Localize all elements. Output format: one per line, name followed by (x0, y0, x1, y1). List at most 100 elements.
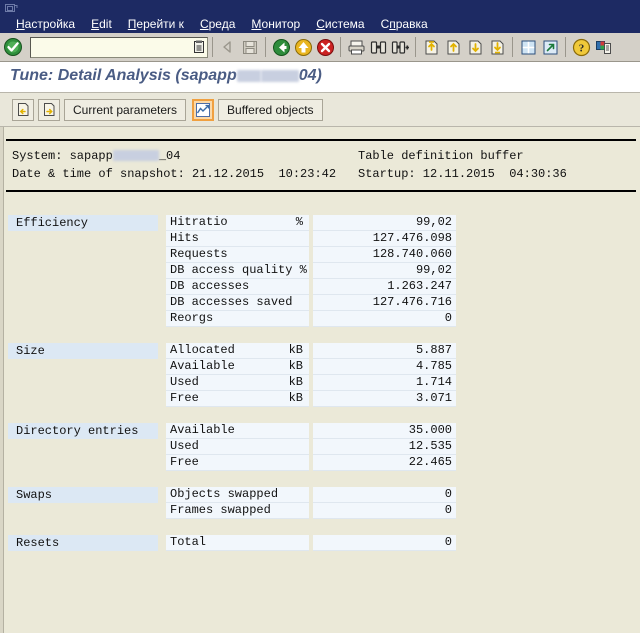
row-label-text: Total (170, 535, 207, 549)
section-label-swaps: Swaps (8, 487, 158, 503)
toolbar-divider (212, 37, 213, 57)
cancel-red-icon[interactable] (314, 36, 336, 58)
menu-item-goto[interactable]: Перейти к (128, 17, 184, 31)
row-value: 0 (313, 311, 456, 327)
buffered-objects-icon[interactable] (192, 98, 215, 121)
save-disk-icon[interactable] (239, 36, 261, 58)
row-value: 12.535 (313, 439, 456, 455)
row-label-text: Reorgs (170, 311, 214, 325)
menu-label-0: астройка (24, 16, 76, 31)
row-value: 99,02 (313, 263, 456, 279)
row-value: 4.785 (313, 359, 456, 375)
row-unit-text: kB (288, 375, 303, 389)
toolbar-group-nav (217, 36, 261, 58)
row-label: Allocated kB (166, 343, 309, 359)
print-icon[interactable] (345, 36, 367, 58)
redacted-system-part (112, 150, 159, 162)
rule-top (6, 139, 636, 141)
menu-item-nastroika[interactable]: Настройка (16, 17, 75, 31)
row-label-text: Hits (170, 231, 199, 245)
redacted-host-part-2 (260, 69, 299, 82)
back-arrow-icon[interactable] (217, 36, 239, 58)
row-label: Hits (166, 231, 309, 247)
rule-below-header (6, 190, 636, 192)
row-label: DB accesses saved (166, 295, 309, 311)
svg-text:?: ? (578, 42, 584, 54)
toolbar-group-exit (270, 36, 336, 58)
command-field[interactable] (30, 36, 208, 58)
application-toolbar: Current parameters Buffered objects (0, 93, 640, 127)
row-unit-text: kB (288, 343, 303, 357)
row-label-text: DB accesses saved (170, 295, 293, 309)
toolbar-group-print-find (345, 36, 411, 58)
row-value: 35.000 (313, 423, 456, 439)
standard-toolbar: ? (0, 33, 640, 62)
row-unit-text: % (295, 215, 303, 229)
menu-item-monitor[interactable]: Монитор (251, 17, 300, 31)
row-label: Hitratio% (166, 215, 309, 231)
row-label-text: Free (170, 391, 199, 405)
back-green-icon[interactable] (270, 36, 292, 58)
page-title: Tune: Detail Analysis (sapapp 04) (10, 67, 322, 85)
row-label: DB access quality % (166, 263, 309, 279)
toolbar-divider (265, 37, 266, 57)
canvas-left-margin (0, 127, 4, 633)
row-label: Free (166, 455, 309, 471)
row-value: 22.465 (313, 455, 456, 471)
first-page-icon[interactable] (420, 36, 442, 58)
buffer-name: Table definition buffer (358, 149, 524, 163)
menu-label-4: онитор (261, 16, 301, 31)
current-parameters-button[interactable]: Current parameters (64, 98, 187, 121)
next-page-icon[interactable] (464, 36, 486, 58)
section-label-size: Size (8, 343, 158, 359)
menu-item-edit[interactable]: Edit (91, 17, 112, 31)
last-page-icon[interactable] (486, 36, 508, 58)
menu-item-system[interactable]: Система (316, 17, 364, 31)
row-label-text: Free (170, 455, 199, 469)
help-question-icon[interactable]: ? (570, 36, 592, 58)
system-label-text: System: sapapp (12, 149, 113, 163)
row-label-text: DB accesses (170, 279, 250, 293)
row-value: 127.476.716 (313, 295, 456, 311)
snapshot-label: Date & time of snapshot: 21.12.2015 10:2… (12, 167, 337, 181)
menu-item-environment[interactable]: Среда (200, 17, 235, 31)
section-label-directory-entries: Directory entries (8, 423, 158, 439)
find-binoculars-icon[interactable] (367, 36, 389, 58)
menu-item-help[interactable]: Справка (381, 17, 428, 31)
row-label-text: Objects swapped (170, 487, 279, 501)
row-label: Free kB (166, 391, 309, 407)
exit-yellow-icon[interactable] (292, 36, 314, 58)
menu-label-2: ерейти к (136, 16, 184, 31)
row-label-text: Available (170, 359, 235, 373)
enter-button[interactable] (0, 34, 26, 60)
window-restore-icon[interactable] (5, 2, 18, 13)
previous-buffer-icon[interactable] (12, 98, 34, 121)
row-label: Total (166, 535, 309, 551)
row-value: 127.476.098 (313, 231, 456, 247)
command-history-icon[interactable] (193, 40, 205, 54)
next-buffer-icon[interactable] (38, 98, 60, 121)
row-label: Frames swapped (166, 503, 309, 519)
row-value: 5.887 (313, 343, 456, 359)
page-title-prefix: Tune: Detail Analysis (sapapp (10, 67, 237, 84)
row-value: 99,02 (313, 215, 456, 231)
menu-label-5: истема (324, 16, 365, 31)
row-unit-text: kB (288, 359, 303, 373)
layout-menu-icon[interactable] (592, 36, 614, 58)
row-value: 0 (313, 535, 456, 551)
buffered-objects-button[interactable]: Buffered objects (218, 98, 323, 121)
menu-bar: Настройка Edit Перейти к Среда Монитор С… (0, 14, 640, 33)
toolbar-group-help: ? (570, 36, 614, 58)
create-shortcut-icon[interactable] (539, 36, 561, 58)
row-label: Used kB (166, 375, 309, 391)
previous-page-icon[interactable] (442, 36, 464, 58)
row-label-text: Frames swapped (170, 503, 271, 517)
row-label: Reorgs (166, 311, 309, 327)
row-label: Objects swapped (166, 487, 309, 503)
row-label: Requests (166, 247, 309, 263)
system-suffix-text: _04 (158, 149, 181, 163)
toolbar-divider (415, 37, 416, 57)
find-next-binoculars-icon[interactable] (389, 36, 411, 58)
new-session-icon[interactable] (517, 36, 539, 58)
row-unit-text: kB (288, 391, 303, 405)
